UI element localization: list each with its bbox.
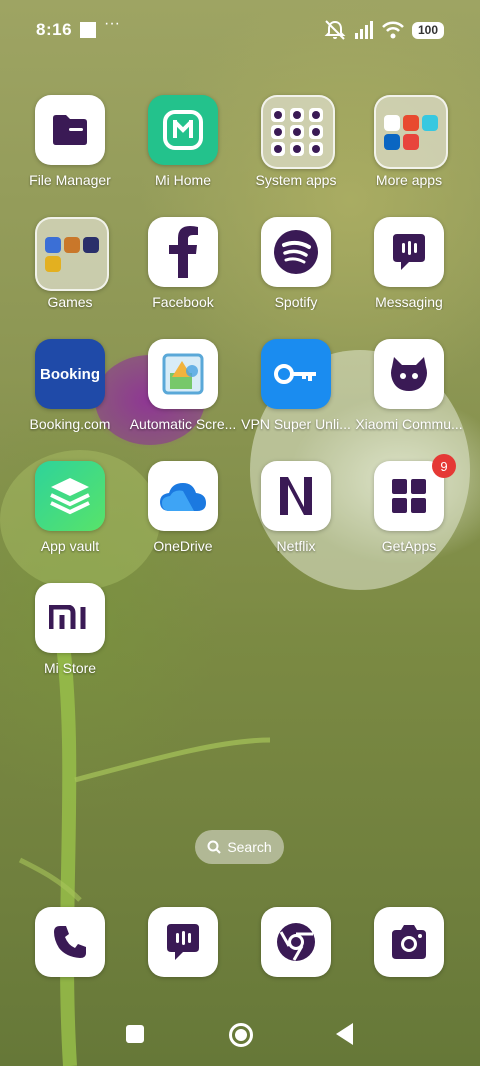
search-label: Search [227,839,272,855]
folder-icon [35,95,105,165]
recents-button[interactable] [126,1025,144,1043]
app-file-manager[interactable]: File Manager [20,95,120,215]
netflix-icon [261,461,331,531]
notification-icon [80,22,96,38]
back-button[interactable] [336,1023,353,1045]
app-spotify[interactable]: Spotify [246,217,346,337]
battery-indicator: 100 [412,21,444,39]
mi-home-icon [148,95,218,165]
search-icon [207,840,222,854]
app-facebook[interactable]: Facebook [133,217,233,337]
folder-more-apps[interactable]: More apps [359,95,459,215]
app-onedrive[interactable]: OneDrive [133,461,233,581]
games-folder-icon [35,217,109,291]
more-apps-folder-icon [374,95,448,169]
app-app-vault[interactable]: App vault [20,461,120,581]
app-messaging[interactable]: Messaging [359,217,459,337]
xiaomi-community-icon [374,339,444,409]
search-button[interactable]: Search [195,830,284,864]
status-bar: 8:16 ··· 100 [0,0,480,60]
booking-icon: Booking [35,339,105,409]
system-apps-folder-icon [261,95,335,169]
key-icon [261,339,331,409]
home-button[interactable] [229,1023,253,1047]
app-xiaomi-community[interactable]: Xiaomi Commu... [355,339,463,459]
app-netflix[interactable]: Netflix [246,461,346,581]
mute-icon [324,20,346,40]
app-getapps[interactable]: 9 GetApps [359,454,459,581]
facebook-icon [148,217,218,287]
app-mi-store[interactable]: Mi Store [20,583,120,703]
folder-system-apps[interactable]: System apps [246,95,346,215]
camera-icon[interactable] [374,907,444,977]
notification-badge: 9 [432,454,456,478]
navigation-bar [0,1018,480,1052]
chrome-icon[interactable] [261,907,331,977]
mi-store-icon [35,583,105,653]
messaging-icon [374,217,444,287]
phone-icon[interactable] [35,907,105,977]
wifi-icon [382,21,404,39]
spotify-icon [261,217,331,287]
app-vpn-super[interactable]: VPN Super Unli... [241,339,351,459]
app-mi-home[interactable]: Mi Home [133,95,233,215]
messaging-icon[interactable] [148,907,218,977]
folder-games[interactable]: Games [20,217,120,337]
app-booking[interactable]: Booking Booking.com [20,339,120,459]
cloud-icon [148,461,218,531]
status-icons: 100 [324,20,444,40]
more-notifications-icon: ··· [104,15,120,32]
app-automatic-screenshot[interactable]: Automatic Scre... [130,339,236,459]
layers-icon [35,461,105,531]
signal-icon [355,21,373,39]
clock: 8:16 [36,20,73,39]
screenshot-icon [148,339,218,409]
